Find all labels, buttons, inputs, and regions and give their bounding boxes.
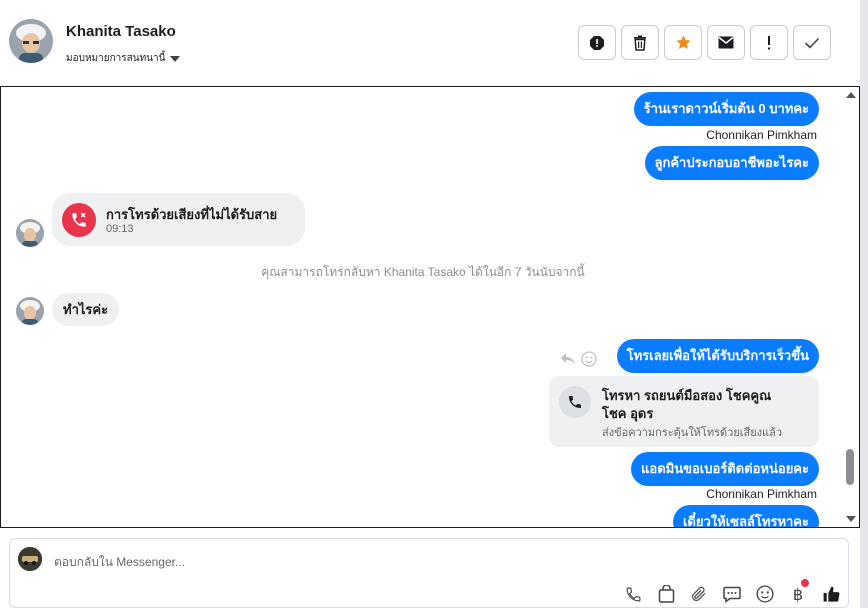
outgoing-message: ลูกค้าประกอบอาชีพอะไรคะ — [644, 146, 819, 180]
mark-done-button[interactable] — [793, 25, 831, 60]
caret-down-icon — [170, 55, 181, 62]
callback-notice: คุณสามารถโทรกลับหา Khanita Tasako ได้ในอ… — [261, 265, 585, 279]
star-icon — [675, 35, 691, 49]
page-avatar — [18, 547, 42, 571]
missed-call-time: 09:13 — [106, 223, 134, 235]
baht-icon: ฿ — [792, 584, 804, 604]
phone-call-icon — [559, 386, 591, 418]
conversation-header: Khanita Tasako มอบหมายการสนทนานี้ — [0, 0, 860, 86]
reply-icon[interactable] — [560, 352, 576, 371]
delete-button[interactable] — [621, 25, 659, 60]
paperclip-icon — [692, 586, 706, 601]
like-button[interactable] — [820, 583, 842, 605]
spam-button[interactable] — [750, 25, 788, 60]
call-card-subtitle: ส่งข้อความกระตุ้นให้โทรด้วยเสียงแล้ว — [602, 427, 783, 439]
scroll-down-arrow[interactable] — [846, 516, 856, 522]
outgoing-message: ร้านเราดาวน์เริ่มต้น 0 บาทคะ — [633, 92, 819, 126]
phone-icon — [626, 587, 640, 601]
contact-name: Khanita Tasako — [66, 23, 176, 40]
react-emoji-icon[interactable] — [581, 351, 597, 372]
quick-reply-icon — [723, 586, 741, 603]
mark-unread-button[interactable] — [707, 25, 745, 60]
scrollbar-thumb[interactable] — [846, 449, 854, 485]
attach-button[interactable] — [688, 583, 710, 605]
saved-replies-button[interactable] — [721, 583, 743, 605]
alert-circle-icon — [590, 35, 604, 50]
scroll-up-arrow[interactable] — [846, 92, 856, 98]
message-thread[interactable]: ร้านเราดาวน์เริ่มต้น 0 บาทคะ Chonnikan P… — [0, 86, 860, 528]
star-button[interactable] — [664, 25, 702, 60]
outgoing-message: โทรเลยเพื่อให้ได้รับบริการเร็วขึ้น — [616, 339, 819, 373]
call-prompt-card[interactable]: โทรหา รถยนต์มือสอง โชคคูณ โชค อุดร ส่งข้… — [549, 376, 819, 447]
sender-name: Chonnikan Pimkham — [706, 487, 817, 501]
mail-icon — [718, 36, 734, 49]
notification-dot — [801, 579, 809, 587]
thumbs-up-icon — [823, 586, 839, 602]
contact-avatar-small — [16, 219, 44, 247]
sender-name: Chonnikan Pimkham — [706, 128, 817, 142]
check-icon — [804, 37, 820, 49]
outgoing-message: เดี๋ยวให้เซลล์โทรหาคะ — [672, 505, 819, 527]
scrollbar[interactable] — [843, 87, 859, 527]
window-edge — [860, 0, 868, 608]
header-actions — [578, 25, 831, 60]
assign-label: มอบหมายการสนทนานี้ — [66, 53, 166, 64]
reply-composer: ตอบกลับใน Messenger... ฿ — [9, 538, 849, 608]
composer-toolbar: ฿ — [622, 579, 842, 605]
exclamation-icon — [768, 35, 770, 49]
incoming-message: ทำไรค่ะ — [52, 293, 120, 326]
assign-conversation-dropdown[interactable]: มอบหมายการสนทนานี้ — [66, 51, 181, 66]
contact-avatar[interactable] — [9, 19, 53, 63]
outgoing-message: แอดมินขอเบอร์ติดต่อหน่อยคะ — [631, 452, 819, 486]
call-card-title-line2: โชค อุดร — [602, 406, 654, 421]
contact-avatar-small — [16, 297, 44, 325]
trash-icon — [634, 35, 646, 51]
messenger-inbox-window: Khanita Tasako มอบหมายการสนทนานี้ ร้านเร… — [0, 0, 868, 608]
reply-input[interactable]: ตอบกลับใน Messenger... — [54, 553, 185, 572]
missed-call-bubble[interactable]: การโทรด้วยเสียงที่ไม่ได้รับสาย 09:13 — [52, 193, 305, 246]
missed-call-title: การโทรด้วยเสียงที่ไม่ได้รับสาย — [106, 207, 278, 222]
emoji-button[interactable] — [754, 583, 776, 605]
shopping-bag-icon — [658, 585, 674, 603]
emoji-icon — [756, 585, 774, 603]
call-button[interactable] — [622, 583, 644, 605]
shop-button[interactable] — [655, 583, 677, 605]
payment-button[interactable]: ฿ — [787, 579, 809, 605]
report-button[interactable] — [578, 25, 616, 60]
missed-call-icon — [62, 203, 96, 237]
